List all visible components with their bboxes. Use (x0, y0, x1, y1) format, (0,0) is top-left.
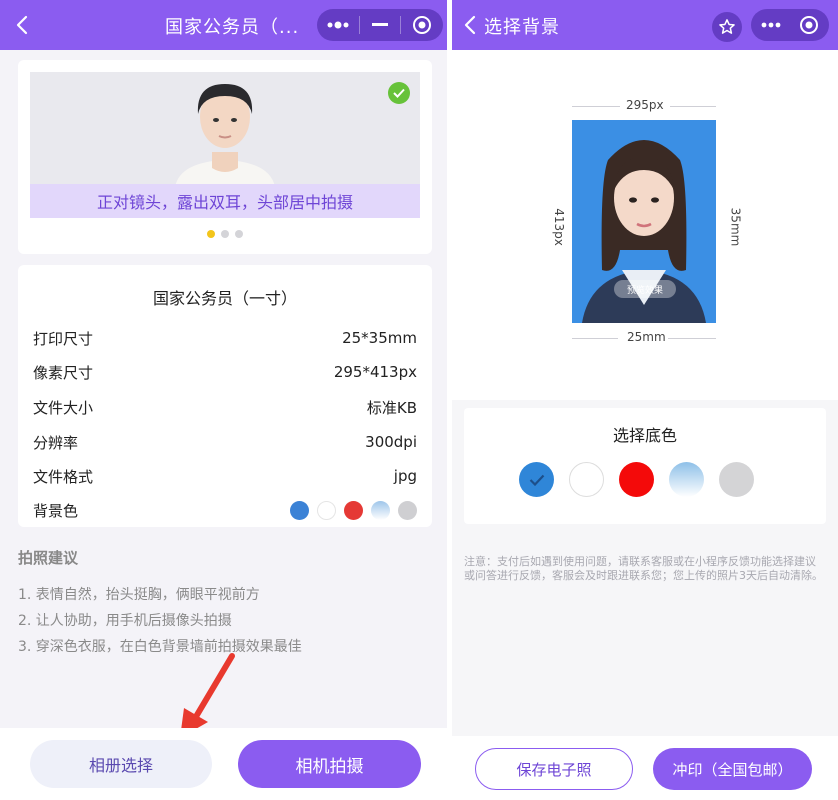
spec-card: 国家公务员（一寸） 打印尺寸 25*35mm 像素尺寸 295*413px 文件… (18, 265, 432, 527)
color-option-white[interactable] (569, 462, 604, 497)
bg-swatch-red (344, 500, 363, 520)
height-mm-label: 35mm (728, 207, 743, 247)
camera-capture-button[interactable]: 相机拍摄 (238, 740, 421, 788)
carousel-dot[interactable] (235, 230, 243, 238)
close-button[interactable] (401, 9, 443, 41)
more-button[interactable] (751, 9, 791, 41)
height-px-label: 413px (551, 208, 566, 246)
save-electronic-photo-button[interactable]: 保存电子照 (475, 748, 633, 790)
spec-value: 295*413px (333, 363, 417, 381)
spec-value: 标准KB (366, 398, 417, 417)
dimension-line (572, 338, 618, 339)
spec-label: 文件大小 (33, 398, 94, 417)
width-mm-label: 25mm (627, 330, 666, 344)
bottom-action-bar: 保存电子照 冲印（全国包邮） (452, 736, 838, 800)
preview-watermark: 预览效果 (614, 280, 676, 298)
star-icon (719, 19, 735, 34)
spec-title: 国家公务员（一寸） (152, 289, 297, 308)
more-button[interactable] (317, 9, 359, 41)
nav-bar: 选择背景 (452, 0, 838, 50)
spec-row-resolution: 分辨率 300dpi (33, 425, 417, 459)
color-option-blue[interactable] (519, 462, 554, 497)
back-button[interactable] (464, 12, 486, 38)
preview-photo[interactable]: 预览效果 (572, 120, 716, 323)
favorite-button[interactable] (712, 12, 742, 42)
photo-tips: 拍照建议 1. 表情自然，抬头挺胸，俩眼平视前方 2. 让人协助，用手机后摄像头… (18, 547, 432, 660)
spec-label: 分辨率 (33, 433, 79, 452)
carousel-dots (18, 230, 432, 238)
color-option-gradient-blue[interactable] (669, 462, 704, 497)
chevron-left-icon (464, 15, 476, 35)
tip-item: 2. 让人协助，用手机后摄像头拍摄 (18, 613, 232, 629)
target-icon (800, 16, 818, 34)
right-screen: 选择背景 295px 413px 35mm 预览效果 25mm 选择底色 注意：… (452, 0, 838, 800)
check-icon (529, 474, 544, 486)
spec-row-format: 文件格式 jpg (33, 459, 417, 493)
spec-value: 25*35mm (342, 329, 417, 347)
spec-label: 打印尺寸 (33, 329, 94, 348)
minimize-button[interactable] (360, 9, 400, 41)
check-icon (388, 82, 410, 104)
minus-icon (372, 23, 388, 26)
spec-label: 文件格式 (33, 467, 94, 486)
sample-caption: 正对镜头，露出双耳，头部居中拍摄 (30, 184, 420, 218)
width-px-label: 295px (626, 98, 664, 112)
carousel-dot[interactable] (221, 230, 229, 238)
bg-color-swatches (290, 500, 417, 520)
dimension-line (668, 338, 716, 339)
spec-row-pixel-size: 像素尺寸 295*413px (33, 355, 417, 389)
sample-photo[interactable]: 正对镜头，露出双耳，头部居中拍摄 (30, 72, 420, 218)
back-button[interactable] (16, 12, 38, 38)
close-button[interactable] (791, 9, 827, 41)
album-select-button[interactable]: 相册选择 (30, 740, 212, 788)
spec-row-background: 背景色 (33, 493, 417, 527)
page-title: 选择背景 (484, 17, 560, 38)
background-color-picker: 选择底色 (464, 408, 826, 524)
tip-item: 1. 表情自然，抬头挺胸，俩眼平视前方 (18, 587, 260, 603)
dimension-line (670, 106, 716, 107)
more-dots-icon (327, 21, 349, 29)
color-picker-title: 选择底色 (612, 426, 677, 445)
sample-card: 正对镜头，露出双耳，头部居中拍摄 (18, 60, 432, 254)
color-option-red[interactable] (619, 462, 654, 497)
spec-value: jpg (393, 467, 417, 485)
left-screen: 国家公务员（... 正对镜头，露出双耳，头部居中拍摄 国家公务员（一寸） 打印尺… (0, 0, 447, 800)
color-option-gray[interactable] (719, 462, 754, 497)
carousel-dot[interactable] (207, 230, 215, 238)
mini-program-capsule (317, 9, 443, 41)
spec-row-file-size: 文件大小 标准KB (33, 390, 417, 424)
bg-swatch-gray (398, 500, 417, 520)
photo-preview-area: 295px 413px 35mm 预览效果 25mm (452, 50, 838, 400)
bg-swatch-gradient (371, 500, 390, 520)
bottom-action-bar: 相册选择 相机拍摄 (0, 728, 447, 800)
dimension-line (572, 106, 620, 107)
notice-text: 注意：支付后如遇到使用问题，请联系客服或在小程序反馈功能选择建议或问答进行反馈，… (464, 555, 823, 582)
spec-label: 像素尺寸 (33, 363, 94, 382)
print-photo-button[interactable]: 冲印（全国包邮） (653, 748, 812, 790)
page-title: 国家公务员（... (165, 17, 300, 38)
spec-value: 300dpi (365, 433, 417, 451)
bg-swatch-blue (290, 500, 309, 520)
color-options (519, 462, 754, 497)
chevron-left-icon (16, 15, 28, 35)
more-dots-icon (761, 22, 781, 28)
nav-bar: 国家公务员（... (0, 0, 447, 50)
bg-swatch-white (317, 500, 336, 520)
mini-program-capsule (751, 9, 829, 41)
spec-label: 背景色 (33, 501, 79, 520)
spec-row-print-size: 打印尺寸 25*35mm (33, 321, 417, 355)
tips-title: 拍照建议 (18, 549, 79, 567)
target-icon (413, 16, 431, 34)
